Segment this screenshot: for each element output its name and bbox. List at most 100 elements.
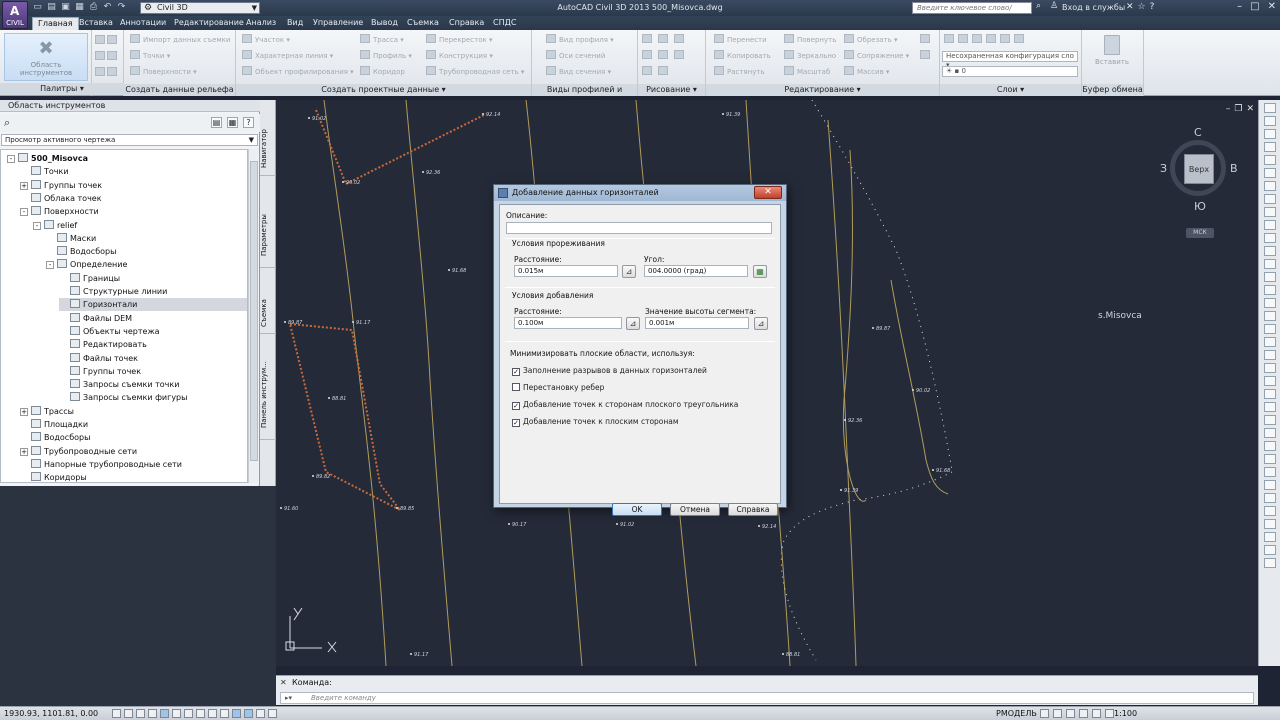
user-icon[interactable]: ♙ bbox=[1050, 1, 1058, 11]
tool-icon-10[interactable] bbox=[1263, 220, 1276, 230]
feature-line-button[interactable]: Характерная линия ▾ bbox=[242, 49, 333, 63]
pick-supp-distance-icon[interactable]: ⊿ bbox=[626, 317, 640, 330]
collapse-icon[interactable]: - bbox=[46, 261, 54, 270]
tool-icon-16[interactable] bbox=[1263, 298, 1276, 308]
sample-lines-button[interactable]: Оси сечений bbox=[546, 49, 605, 63]
checkbox-empty-icon[interactable] bbox=[512, 383, 520, 391]
tree-item[interactable]: Коридоры bbox=[20, 471, 87, 482]
tool-icon-30[interactable] bbox=[1263, 480, 1276, 490]
expand-icon[interactable]: + bbox=[20, 407, 28, 416]
pick-angle-icon[interactable]: ▦ bbox=[753, 265, 767, 278]
tool-icon-1[interactable] bbox=[1263, 103, 1276, 113]
tool-icon-3[interactable] bbox=[1263, 129, 1276, 139]
tab-analyze[interactable]: Анализ bbox=[241, 17, 281, 30]
tool-icon-6[interactable] bbox=[1263, 168, 1276, 178]
weed-angle-field[interactable]: 004.0000 (град) bbox=[644, 265, 748, 277]
tree-item[interactable]: Точки bbox=[20, 165, 69, 178]
pick-midordinate-icon[interactable]: ⊿ bbox=[754, 317, 768, 330]
ellipse-tool-icon[interactable] bbox=[658, 65, 671, 79]
tool-icon-33[interactable] bbox=[1263, 519, 1276, 529]
qp-toggle-icon[interactable] bbox=[244, 709, 253, 718]
current-layer-select[interactable]: ☀ ▪ 0 bbox=[942, 66, 1078, 77]
tab-spds[interactable]: СПДС bbox=[488, 17, 521, 30]
save-as-icon[interactable]: ▦ bbox=[74, 2, 85, 13]
tree-item[interactable]: + Группы точек bbox=[20, 179, 102, 192]
tool-icon-27[interactable] bbox=[1263, 441, 1276, 451]
print-icon[interactable]: ⎙ bbox=[88, 2, 99, 13]
zoom-icon[interactable] bbox=[1079, 709, 1088, 718]
tool-icon-20[interactable] bbox=[1263, 350, 1276, 360]
minimize-icon[interactable]: – bbox=[1226, 104, 1231, 114]
paste-button[interactable]: Вставить bbox=[1094, 33, 1130, 66]
option-checkbox[interactable]: Перестановку ребер bbox=[512, 382, 604, 394]
option-checkbox[interactable]: ✓ Добавление точек к плоским сторонам bbox=[512, 416, 679, 428]
search-icon[interactable]: ⌕ bbox=[4, 116, 10, 130]
coordinate-readout[interactable]: 1930.93, 1101.81, 0.00 bbox=[4, 709, 98, 718]
profile-button[interactable]: Профиль ▾ bbox=[360, 49, 412, 63]
ortho-toggle-icon[interactable] bbox=[136, 709, 145, 718]
hatch-tool-icon[interactable] bbox=[674, 49, 687, 63]
spline-tool-icon[interactable] bbox=[642, 65, 655, 79]
dialog-close-button[interactable]: ✕ bbox=[754, 186, 782, 199]
supp-distance-field[interactable]: 0.100м bbox=[514, 317, 622, 329]
model-space-toggle[interactable]: РМОДЕЛЬ bbox=[996, 709, 1037, 718]
dialog-titlebar[interactable]: Добавление данных горизонталей ✕ bbox=[494, 185, 786, 201]
item-view-icon[interactable]: ▤ bbox=[211, 117, 222, 128]
viewcube[interactable]: Верх С Ю З В МСК bbox=[1158, 126, 1238, 238]
fillet-button[interactable]: Сопряжение ▾ bbox=[844, 49, 909, 63]
tree-item[interactable]: Файлы DEM bbox=[59, 312, 132, 325]
compass-east[interactable]: В bbox=[1230, 162, 1238, 175]
explode-icon[interactable] bbox=[920, 49, 933, 63]
tab-insert[interactable]: Вставка bbox=[74, 17, 118, 30]
compass-north[interactable]: С bbox=[1194, 126, 1202, 139]
tool-icon-22[interactable] bbox=[1263, 376, 1276, 386]
rotate-button[interactable]: Повернуть bbox=[784, 33, 836, 47]
tool-icon-8[interactable] bbox=[1263, 194, 1276, 204]
polyline-tool-icon[interactable] bbox=[658, 33, 671, 47]
close-icon[interactable]: ✕ bbox=[280, 678, 287, 687]
command-input[interactable]: ▸▾ Введите команду bbox=[280, 692, 1254, 704]
tool-icon-35[interactable] bbox=[1263, 545, 1276, 555]
redo-icon[interactable]: ↷ bbox=[116, 2, 127, 13]
tool-icon-2[interactable] bbox=[1263, 116, 1276, 126]
compass-west[interactable]: З bbox=[1160, 162, 1167, 175]
tab-survey[interactable]: Съемка bbox=[402, 17, 444, 30]
parcel-button[interactable]: Участок ▾ bbox=[242, 33, 290, 47]
tree-scrollbar[interactable] bbox=[248, 149, 258, 483]
pipe-network-button[interactable]: Трубопроводная сеть ▾ bbox=[426, 65, 524, 79]
workspace-selector[interactable]: Civil 3D ▼ bbox=[140, 2, 260, 14]
rect-tool-icon[interactable] bbox=[658, 49, 671, 63]
tool-icon-25[interactable] bbox=[1263, 415, 1276, 425]
midordinate-field[interactable]: 0.001м bbox=[645, 317, 749, 329]
tab-view[interactable]: Вид bbox=[282, 17, 308, 30]
tool-icon-21[interactable] bbox=[1263, 363, 1276, 373]
tab-manage[interactable]: Управление bbox=[308, 17, 368, 30]
tool-icon-5[interactable] bbox=[1263, 155, 1276, 165]
tree-item[interactable]: Облака точек bbox=[20, 192, 102, 205]
tree-item[interactable]: Маски bbox=[46, 232, 96, 245]
tree-item[interactable]: - relief bbox=[33, 219, 77, 232]
checkmark-icon[interactable]: ✓ bbox=[512, 402, 520, 410]
tool-icon-9[interactable] bbox=[1263, 207, 1276, 217]
tree-item[interactable]: Водосборы bbox=[46, 245, 116, 258]
layer-state-select[interactable]: Несохраненная конфигурация сло ▾ bbox=[942, 51, 1078, 69]
tab-home[interactable]: Главная bbox=[32, 17, 79, 30]
tab-settings[interactable]: Параметры bbox=[260, 204, 276, 268]
tree-item[interactable]: Группы точек bbox=[59, 365, 141, 378]
quick-view-drawings-icon[interactable] bbox=[1053, 709, 1062, 718]
undo-icon[interactable]: ↶ bbox=[102, 2, 113, 13]
move-button[interactable]: Перенести bbox=[714, 33, 767, 47]
layer-icon-6[interactable] bbox=[1014, 33, 1027, 47]
expand-icon[interactable]: + bbox=[20, 447, 28, 456]
compass-south[interactable]: Ю bbox=[1194, 200, 1206, 213]
open-file-icon[interactable]: ▤ bbox=[46, 2, 57, 13]
help-search-input[interactable]: Введите ключевое слово/фразу bbox=[912, 2, 1032, 23]
viewcube-top-face[interactable]: Верх bbox=[1184, 154, 1214, 184]
ducs-toggle-icon[interactable] bbox=[196, 709, 205, 718]
pick-distance-icon[interactable]: ⊿ bbox=[622, 265, 636, 278]
corridor-button[interactable]: Коридор bbox=[360, 65, 405, 79]
stretch-button[interactable]: Растянуть bbox=[714, 65, 765, 79]
palette-icon-4[interactable] bbox=[107, 50, 120, 64]
toolspace-button[interactable]: ✖ Область инструментов bbox=[4, 33, 88, 81]
ok-button[interactable]: OK bbox=[612, 503, 662, 516]
